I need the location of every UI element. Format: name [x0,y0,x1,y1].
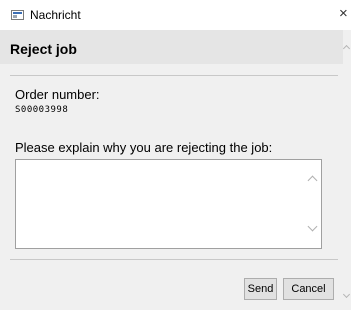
title-bar: Nachricht × [0,0,351,30]
send-button[interactable]: Send [244,278,277,300]
reason-label: Please explain why you are rejecting the… [15,140,273,155]
top-divider [10,75,338,76]
cancel-button[interactable]: Cancel [283,278,334,300]
order-number-value: S00003998 [15,105,69,115]
bottom-divider [10,259,338,260]
window-scroll-up-icon[interactable] [342,44,351,53]
dialog-header: Reject job [0,30,343,64]
window-scroll-down-icon[interactable] [342,290,351,299]
scroll-down-icon[interactable] [307,221,318,232]
order-number-label: Order number: [15,87,100,102]
textarea-scrollbar[interactable] [304,160,321,248]
dialog-body: Reject job Order number: S00003998 Pleas… [0,30,343,310]
reason-textarea[interactable] [15,159,322,249]
scroll-up-icon[interactable] [307,175,318,186]
window-scrollbar[interactable] [342,30,351,310]
window-title: Nachricht [30,8,81,22]
app-window-icon [11,10,24,20]
dialog-title: Reject job [10,41,77,57]
close-icon[interactable]: × [339,6,348,21]
